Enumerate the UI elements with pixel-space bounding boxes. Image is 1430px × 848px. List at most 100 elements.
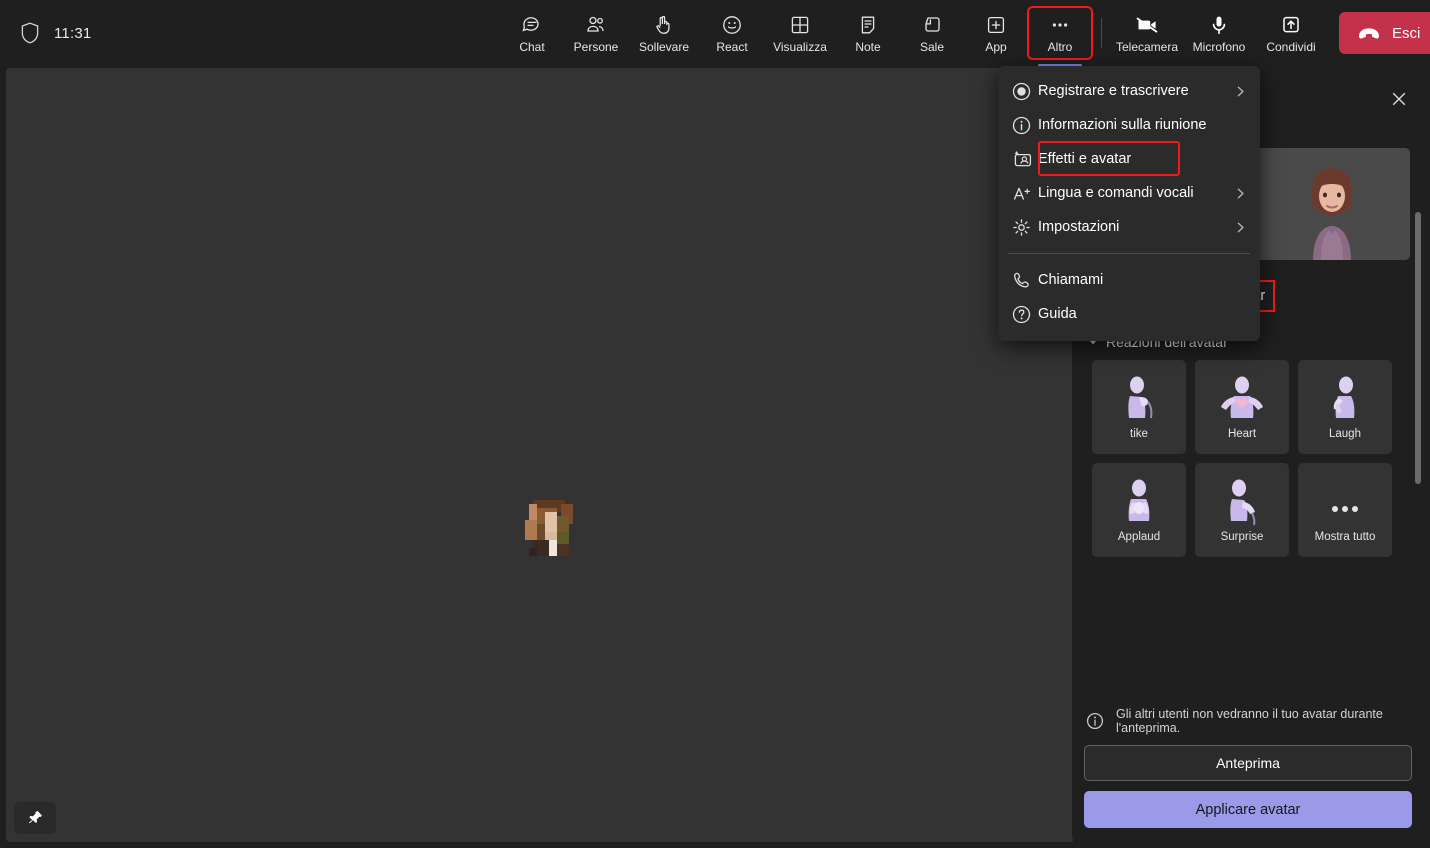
more-ellipsis-icon [1328, 477, 1362, 527]
toolbar-button-sale[interactable]: Sale [900, 7, 964, 59]
menu-item-label: Informazioni sulla riunione [1038, 117, 1207, 133]
smiley-react-icon [720, 13, 744, 37]
toolbar-button-telecamera[interactable]: Telecamera [1111, 7, 1183, 59]
toolbar-label: Note [855, 39, 881, 54]
chat-icon [520, 13, 544, 37]
participant-avatar [517, 496, 585, 564]
toolbar-left-group: 11:31 [0, 22, 500, 44]
toolbar-label: Sollevare [638, 39, 690, 54]
language-icon [1012, 184, 1038, 203]
toolbar-button-sollevare[interactable]: Sollevare [628, 7, 700, 59]
apply-avatar-button[interactable]: Applicare avatar [1084, 791, 1412, 828]
meeting-toolbar: 11:31 Chat Persone Sollevare React Visua… [0, 0, 1430, 67]
toolbar-label: React [716, 39, 748, 54]
preview-note-label: Gli altri utenti non vedranno il tuo ava… [1116, 707, 1383, 735]
teams-meeting-window: 11:31 Chat Persone Sollevare React Visua… [0, 0, 1430, 848]
toolbar-label: Persone [573, 39, 619, 54]
avatar-laugh-icon [1323, 374, 1367, 424]
share-screen-icon [1279, 13, 1303, 37]
meeting-stage [6, 68, 1074, 842]
toolbar-label: Condividi [1266, 39, 1316, 54]
menu-item-label: Registrare e trascrivere [1038, 83, 1189, 99]
toolbar-button-microfono[interactable]: Microfono [1183, 7, 1255, 59]
toolbar-divider [1101, 18, 1102, 48]
toolbar-button-condividi[interactable]: Condividi [1255, 7, 1327, 59]
pin-button[interactable] [14, 802, 56, 834]
menu-item-label: Effetti e avatar [1038, 151, 1132, 167]
info-circle-icon [1086, 712, 1104, 730]
toolbar-label: Altro [1047, 39, 1073, 54]
more-ellipsis-icon [1048, 13, 1072, 37]
record-circle-icon [1012, 82, 1038, 101]
reaction-tile-like[interactable]: tike [1092, 360, 1186, 454]
reaction-tile-applaud[interactable]: Applaud [1092, 463, 1186, 557]
phone-icon [1012, 271, 1038, 290]
toolbar-button-persone[interactable]: Persone [564, 7, 628, 59]
toolbar-label: Telecamera [1115, 39, 1179, 54]
people-icon [584, 13, 608, 37]
menu-item-effetti-e-avatar[interactable]: Effetti e avatar [998, 141, 1260, 176]
reaction-label: tike [1130, 428, 1148, 440]
toolbar-label: App [985, 39, 1007, 54]
reaction-label: Laugh [1329, 428, 1361, 440]
reaction-label: Surprise [1220, 531, 1264, 543]
avatar-card-selected[interactable] [1253, 148, 1410, 260]
preview-button[interactable]: Anteprima [1084, 745, 1412, 781]
toolbar-button-react[interactable]: React [700, 7, 764, 59]
gear-icon [1012, 218, 1038, 237]
camera-off-icon [1134, 13, 1160, 37]
chevron-right-icon [1233, 186, 1248, 201]
panel-footer: Gli altri utenti non vedranno il tuo ava… [1072, 697, 1424, 842]
leave-main[interactable]: Esci [1339, 12, 1430, 54]
reaction-label: Heart [1227, 428, 1257, 440]
menu-item-guida[interactable]: Guida [998, 297, 1260, 331]
avatar-reactions-grid: tike Heart Laugh Applaud Surprise Mostra… [1092, 360, 1410, 557]
toolbar-label: Sale [919, 39, 945, 54]
avatar-heart-icon [1216, 374, 1268, 424]
toolbar-button-altro[interactable]: Altro [1027, 6, 1093, 67]
raise-hand-icon [652, 13, 676, 37]
menu-item-impostazioni[interactable]: Impostazioni [998, 210, 1260, 244]
menu-separator [1008, 253, 1250, 254]
more-options-menu: Registrare e trascrivere Informazioni su… [998, 66, 1260, 341]
panel-scrollbar[interactable] [1415, 212, 1421, 484]
reaction-tile-laugh[interactable]: Laugh [1298, 360, 1392, 454]
toolbar-label: Visualizza [773, 39, 827, 54]
reaction-label: Applaud [1117, 531, 1161, 543]
menu-item-chiamami[interactable]: Chiamami [998, 263, 1260, 297]
menu-item-informazioni-sulla-riunione[interactable]: Informazioni sulla riunione [998, 108, 1260, 142]
apps-plus-icon [984, 13, 1008, 37]
menu-item-label: Impostazioni [1038, 219, 1120, 235]
chevron-right-icon [1233, 84, 1248, 99]
leave-label: Esci [1392, 24, 1421, 42]
hangup-icon [1357, 26, 1381, 40]
close-icon [1389, 89, 1409, 109]
shield-icon [20, 22, 40, 44]
toolbar-label: Microfono [1192, 39, 1246, 54]
avatar-surprise-icon [1219, 477, 1265, 527]
toolbar-button-visualizza[interactable]: Visualizza [764, 7, 836, 59]
toolbar-button-note[interactable]: Note [836, 7, 900, 59]
toolbar-center-group: Chat Persone Sollevare React Visualizza … [500, 6, 1430, 67]
menu-item-registrare-e-trascrivere[interactable]: Registrare e trascrivere [998, 74, 1260, 108]
view-grid-icon [788, 13, 812, 37]
toolbar-button-app[interactable]: App [964, 7, 1028, 59]
reaction-label: Mostra tutto [1314, 531, 1376, 543]
leave-meeting-button[interactable]: Esci [1339, 12, 1430, 54]
toolbar-button-chat[interactable]: Chat [500, 7, 564, 59]
meeting-clock: 11:31 [54, 24, 92, 42]
menu-item-lingua-e-comandi-vocali[interactable]: Lingua e comandi vocali [998, 176, 1260, 210]
reaction-tile-surprise[interactable]: Surprise [1195, 463, 1289, 557]
preview-note: Gli altri utenti non vedranno il tuo ava… [1084, 697, 1412, 745]
reaction-tile-heart[interactable]: Heart [1195, 360, 1289, 454]
chevron-right-icon [1233, 220, 1248, 235]
reaction-tile-show-all[interactable]: Mostra tutto [1298, 463, 1392, 557]
microphone-icon [1207, 13, 1231, 37]
pin-icon [26, 809, 44, 827]
breakout-rooms-icon [920, 13, 944, 37]
notes-icon [856, 13, 880, 37]
toolbar-label: Chat [519, 39, 545, 54]
avatar-like-icon [1117, 374, 1161, 424]
close-panel-button[interactable] [1382, 82, 1416, 116]
info-circle-icon [1012, 116, 1038, 135]
